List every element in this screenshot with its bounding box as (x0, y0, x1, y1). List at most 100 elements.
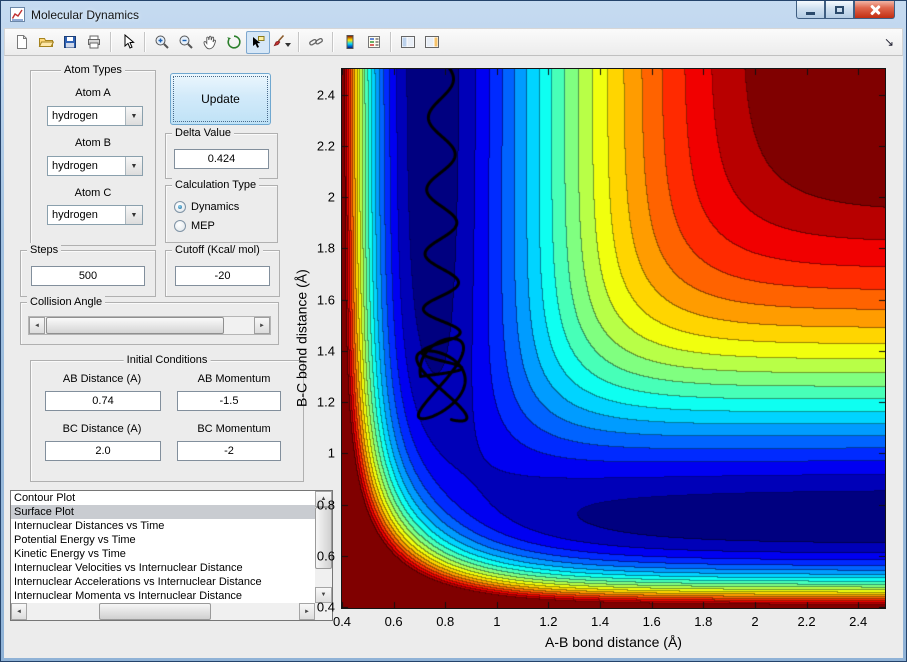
toolbar-separator (110, 32, 112, 52)
plot-type-listbox[interactable]: Contour Plot Surface Plot Internuclear D… (10, 490, 333, 621)
y-tick-label: 0.4 (316, 599, 335, 615)
brush-button[interactable] (270, 31, 294, 54)
window-title: Molecular Dynamics (31, 7, 140, 22)
x-tick-label: 0.4 (332, 614, 352, 629)
cutoff-input[interactable] (175, 266, 270, 286)
radio-mep-label: MEP (191, 220, 215, 232)
ab-momentum-label: AB Momentum (197, 373, 271, 385)
slider-right-arrow-icon[interactable]: ► (254, 317, 270, 334)
zoom-out-button[interactable] (174, 31, 198, 54)
link-plots-button[interactable] (304, 31, 328, 54)
toolbar-separator (390, 32, 392, 52)
radio-dynamics-label: Dynamics (191, 201, 240, 213)
data-cursor-button[interactable] (246, 30, 270, 54)
delta-value-legend: Delta Value (172, 126, 235, 140)
bc-momentum-input[interactable] (177, 441, 281, 461)
horizontal-scrollbar-thumb[interactable] (99, 603, 211, 620)
contour-plot-canvas[interactable] (341, 68, 886, 609)
insert-colorbar-button[interactable] (338, 31, 362, 54)
brush-dropdown-icon[interactable] (284, 42, 291, 50)
bc-distance-input[interactable] (45, 441, 161, 461)
open-file-button[interactable] (34, 31, 58, 54)
print-figure-button[interactable] (82, 31, 106, 54)
brush-icon (273, 34, 284, 47)
atom-a-select[interactable]: hydrogen ▼ (47, 106, 143, 126)
list-item[interactable]: Internuclear Distances vs Time (11, 519, 315, 533)
show-plot-tools-button[interactable] (420, 31, 444, 54)
x-tick-label: 1.2 (539, 614, 558, 629)
steps-input[interactable] (31, 266, 145, 286)
save-figure-button[interactable] (58, 31, 82, 54)
y-tick-label: 0.8 (316, 497, 335, 513)
x-tick-label: 1 (493, 614, 501, 629)
data-cursor-icon (253, 36, 265, 48)
delta-value-input[interactable] (174, 149, 269, 169)
titlebar[interactable]: Molecular Dynamics (4, 1, 903, 28)
x-tick-label: 1.6 (642, 614, 661, 629)
minimize-icon (806, 11, 815, 15)
listbox-horizontal-scrollbar[interactable]: ◄ ► (11, 603, 315, 620)
radio-dynamics-circle[interactable] (174, 201, 186, 213)
list-item[interactable]: Internuclear Momenta vs Internuclear Dis… (11, 589, 315, 603)
list-item[interactable]: Contour Plot (11, 491, 315, 505)
slider-thumb[interactable] (46, 317, 224, 334)
figure-toolbar: ↘ (4, 28, 903, 56)
x-tick-label: 0.6 (384, 614, 403, 629)
pan-button[interactable] (198, 31, 222, 54)
atom-a-label: Atom A (75, 87, 111, 99)
steps-legend: Steps (27, 243, 62, 257)
list-item[interactable]: Internuclear Velocities vs Internuclear … (11, 561, 315, 575)
zoom-out-icon (179, 35, 193, 49)
atom-b-select[interactable]: hydrogen ▼ (47, 156, 143, 176)
ab-momentum-input[interactable] (177, 391, 281, 411)
atom-b-label: Atom B (74, 137, 112, 149)
initial-conditions-legend: Initial Conditions (123, 353, 211, 367)
list-item[interactable]: Surface Plot (11, 505, 315, 519)
radio-mep-circle[interactable] (174, 220, 186, 232)
zoom-in-button[interactable] (150, 31, 174, 54)
ab-distance-input[interactable] (45, 391, 161, 411)
close-button[interactable] (854, 1, 895, 19)
atom-c-value: hydrogen (52, 209, 98, 221)
minimize-button[interactable] (796, 1, 825, 19)
radio-mep[interactable]: MEP (174, 220, 215, 232)
radio-dynamics[interactable]: Dynamics (174, 201, 239, 213)
x-tick-label: 2.4 (849, 614, 868, 629)
atom-c-label: Atom C (74, 187, 112, 199)
y-tick-label: 2.4 (316, 87, 335, 103)
collision-angle-slider[interactable]: ◄ ► (28, 316, 271, 335)
close-icon (869, 4, 881, 16)
delta-value-group: Delta Value (165, 126, 278, 179)
chevron-down-icon[interactable]: ▼ (125, 107, 142, 125)
link-plots-icon (309, 37, 323, 46)
hide-plot-tools-button[interactable] (396, 31, 420, 54)
toolbar-separator (298, 32, 300, 52)
dock-figure-button[interactable]: ↘ (884, 35, 897, 49)
slider-left-arrow-icon[interactable]: ◄ (29, 317, 45, 334)
y-tick-label: 2 (327, 189, 335, 205)
print-figure-icon (88, 35, 100, 49)
chevron-down-icon[interactable]: ▼ (125, 206, 142, 224)
update-button[interactable]: Update (170, 73, 271, 125)
edit-plot-button[interactable] (116, 31, 140, 54)
pan-hand-icon (203, 35, 216, 50)
list-item[interactable]: Kinetic Energy vs Time (11, 547, 315, 561)
ab-distance-label: AB Distance (A) (62, 373, 142, 385)
list-item[interactable]: Potential Energy vs Time (11, 533, 315, 547)
maximize-button[interactable] (825, 1, 854, 19)
new-figure-button[interactable] (10, 31, 34, 54)
atom-types-legend: Atom Types (61, 63, 125, 77)
y-tick-label: 1.6 (316, 292, 335, 308)
calculation-type-group: Calculation Type Dynamics MEP (165, 178, 278, 243)
atom-a-value: hydrogen (52, 110, 98, 122)
scroll-left-icon[interactable]: ◄ (11, 603, 27, 620)
rotate-3d-button[interactable] (222, 31, 246, 54)
list-item[interactable]: Internuclear Accelerations vs Internucle… (11, 575, 315, 589)
insert-legend-button[interactable] (362, 31, 386, 54)
show-plot-tools-icon (425, 36, 439, 48)
insert-legend-icon (368, 36, 380, 48)
y-tick-label: 1.4 (316, 343, 335, 359)
rotate-3d-icon (227, 35, 241, 49)
atom-c-select[interactable]: hydrogen ▼ (47, 205, 143, 225)
chevron-down-icon[interactable]: ▼ (125, 157, 142, 175)
